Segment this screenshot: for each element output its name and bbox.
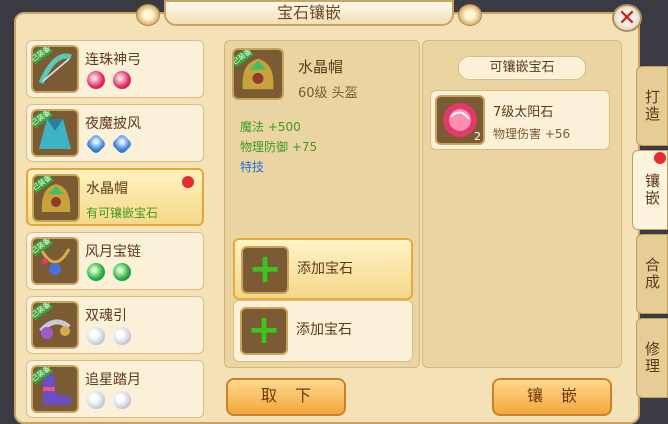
equipment-name: 风月宝链 <box>85 244 141 260</box>
red-gem-icon <box>113 71 131 89</box>
notification-dot <box>182 176 194 188</box>
detail-item-name: 水晶帽 <box>298 58 344 76</box>
special-skill-label: 特技 <box>240 160 265 174</box>
equipment-name: 水晶帽 <box>86 181 128 197</box>
equipment-item[interactable]: 已装备 夜魔披风 <box>26 104 204 162</box>
equipment-name: 夜魔披风 <box>85 116 141 132</box>
title-ornament-icon <box>458 4 482 26</box>
tab-inlay-label: 镶嵌 <box>643 173 661 207</box>
cloak-icon: 已装备 <box>31 109 79 157</box>
remove-button[interactable]: 取下 <box>226 378 346 416</box>
helmet-icon: 已装备 <box>232 48 284 100</box>
add-gem-label: 添加宝石 <box>297 261 353 277</box>
equipment-name: 连珠神弓 <box>85 52 141 68</box>
notification-dot <box>654 152 666 164</box>
tab-compose[interactable]: 合成 <box>636 234 668 314</box>
red-gem-icon <box>87 71 105 89</box>
gem-name: 7级太阳石 <box>493 105 554 120</box>
stat-label: 魔法 <box>240 120 265 134</box>
stat-row-defense: 物理防御 +75 <box>240 138 317 155</box>
gem-slot-2[interactable]: + 添加宝石 <box>233 300 413 362</box>
gem-effect: 物理伤害 +56 <box>493 127 571 141</box>
tab-repair[interactable]: 修理 <box>636 318 668 398</box>
helmet-icon: 已装备 <box>32 174 80 222</box>
gem-list-item[interactable]: 2 7级太阳石 物理伤害 +56 <box>430 90 610 150</box>
window-title-text: 宝石镶嵌 <box>276 3 341 22</box>
gem-count: 2 <box>474 130 481 143</box>
detail-level-type: 60级 头盔 <box>298 86 358 101</box>
plus-icon: + <box>241 246 289 294</box>
boots-icon: 已装备 <box>31 365 79 413</box>
white-gem-icon <box>113 327 131 345</box>
white-gem-icon <box>113 391 131 409</box>
available-gems-header: 可镶嵌宝石 <box>458 56 586 80</box>
equipment-item[interactable]: 已装备 风月宝链 <box>26 232 204 290</box>
equipment-item[interactable]: 已装备 连珠神弓 <box>26 40 204 98</box>
blue-gem-icon <box>85 133 107 155</box>
green-gem-icon <box>113 263 131 281</box>
white-gem-icon <box>87 391 105 409</box>
green-gem-icon <box>87 263 105 281</box>
bow-icon: 已装备 <box>31 45 79 93</box>
stat-value: +75 <box>291 140 318 154</box>
can-inlay-hint: 有可镶嵌宝石 <box>86 206 159 220</box>
plus-icon: + <box>240 307 288 355</box>
equipment-name: 双魂引 <box>85 308 127 324</box>
add-gem-label: 添加宝石 <box>296 322 352 338</box>
white-gem-icon <box>87 327 105 345</box>
tab-forge[interactable]: 打造 <box>636 66 668 146</box>
ring-icon: 已装备 <box>31 301 79 349</box>
equipment-name: 追星踏月 <box>85 372 141 388</box>
gem-slot-1[interactable]: + 添加宝石 <box>233 238 413 300</box>
sun-stone-icon: 2 <box>435 95 485 145</box>
equipment-item-selected[interactable]: 已装备 水晶帽 有可镶嵌宝石 <box>26 168 204 226</box>
stat-label: 物理防御 <box>240 140 289 154</box>
window-title: 宝石镶嵌 <box>136 0 482 26</box>
blue-gem-icon <box>111 133 133 155</box>
equipment-item[interactable]: 已装备 双魂引 <box>26 296 204 354</box>
equipment-list: 已装备 连珠神弓 已装备 夜魔披风 已装备 水晶帽 有可镶嵌宝石 已装备 风月宝… <box>22 40 208 424</box>
side-tabs: 打造 镶嵌 合成 修理 <box>632 40 668 424</box>
necklace-icon: 已装备 <box>31 237 79 285</box>
title-ornament-icon <box>136 4 160 26</box>
stat-value: +500 <box>267 120 301 134</box>
stat-row-magic: 魔法 +500 <box>240 118 301 135</box>
equipment-item[interactable]: 已装备 追星踏月 <box>26 360 204 418</box>
close-button[interactable]: ✕ <box>612 4 642 32</box>
inlay-button[interactable]: 镶嵌 <box>492 378 612 416</box>
